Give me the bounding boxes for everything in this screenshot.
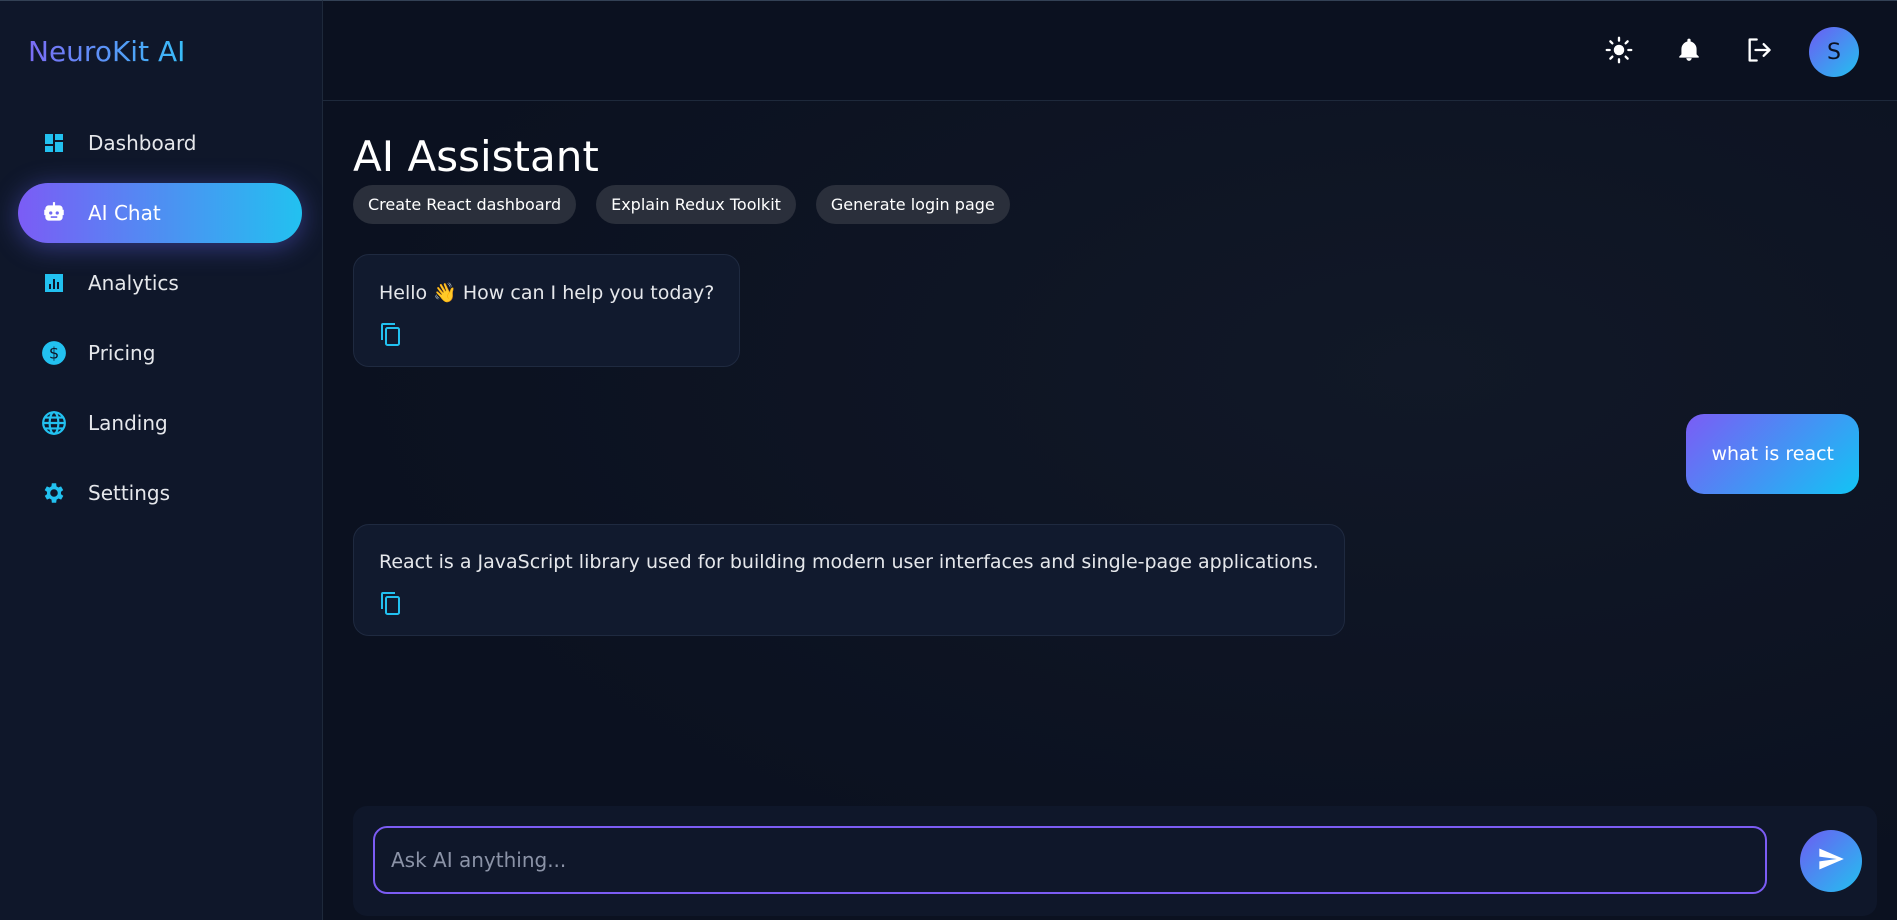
sun-icon bbox=[1605, 36, 1633, 68]
sidebar-item-ai-chat[interactable]: AI Chat bbox=[18, 183, 302, 243]
logout-icon bbox=[1745, 36, 1773, 68]
sidebar-item-label: AI Chat bbox=[88, 201, 161, 225]
gear-icon bbox=[40, 479, 68, 507]
notifications-button[interactable] bbox=[1665, 28, 1713, 76]
app-root: NeuroKit AI Dashboard AI Chat Analytics bbox=[0, 0, 1897, 920]
theme-toggle-button[interactable] bbox=[1595, 28, 1643, 76]
page-title: AI Assistant bbox=[353, 132, 599, 181]
logout-button[interactable] bbox=[1735, 28, 1783, 76]
send-button[interactable] bbox=[1800, 830, 1862, 892]
robot-icon bbox=[40, 199, 68, 227]
message-composer bbox=[353, 806, 1877, 916]
top-bar: S bbox=[323, 1, 1897, 101]
ai-message: React is a JavaScript library used for b… bbox=[353, 524, 1345, 636]
sidebar-item-landing[interactable]: Landing bbox=[18, 393, 302, 453]
suggestion-chip[interactable]: Generate login page bbox=[815, 185, 1010, 224]
main-content: S AI Assistant Create React dashboard Ex… bbox=[323, 0, 1897, 920]
avatar[interactable]: S bbox=[1809, 27, 1859, 77]
globe-icon bbox=[40, 409, 68, 437]
sidebar-item-settings[interactable]: Settings bbox=[18, 463, 302, 523]
bell-icon bbox=[1676, 37, 1702, 67]
message-text: what is react bbox=[1711, 443, 1834, 465]
sidebar-item-label: Settings bbox=[88, 481, 171, 505]
sidebar-nav: Dashboard AI Chat Analytics $ Pricing La… bbox=[18, 113, 302, 533]
top-actions: S bbox=[1595, 27, 1859, 77]
suggestion-chip[interactable]: Explain Redux Toolkit bbox=[596, 185, 796, 224]
sidebar-item-label: Dashboard bbox=[88, 131, 197, 155]
copy-icon[interactable] bbox=[379, 591, 405, 617]
sidebar-item-label: Landing bbox=[88, 411, 168, 435]
sidebar: NeuroKit AI Dashboard AI Chat Analytics bbox=[0, 0, 323, 920]
sidebar-item-analytics[interactable]: Analytics bbox=[18, 253, 302, 313]
sidebar-item-pricing[interactable]: $ Pricing bbox=[18, 323, 302, 383]
copy-icon[interactable] bbox=[379, 322, 405, 348]
brand-logo: NeuroKit AI bbox=[28, 35, 186, 68]
dashboard-icon bbox=[40, 129, 68, 157]
send-icon bbox=[1817, 845, 1845, 877]
message-text: Hello 👋 How can I help you today? bbox=[379, 282, 715, 304]
sidebar-item-label: Pricing bbox=[88, 341, 156, 365]
sidebar-item-label: Analytics bbox=[88, 271, 179, 295]
dollar-icon: $ bbox=[40, 339, 68, 367]
svg-text:$: $ bbox=[49, 343, 59, 362]
analytics-icon bbox=[40, 269, 68, 297]
ai-message: Hello 👋 How can I help you today? bbox=[353, 254, 741, 367]
message-text: React is a JavaScript library used for b… bbox=[379, 551, 1319, 573]
chat-input[interactable] bbox=[373, 826, 1767, 894]
suggestion-chip[interactable]: Create React dashboard bbox=[353, 185, 577, 224]
sidebar-item-dashboard[interactable]: Dashboard bbox=[18, 113, 302, 173]
user-message: what is react bbox=[1686, 414, 1859, 494]
suggestion-chips: Create React dashboard Explain Redux Too… bbox=[353, 185, 1010, 224]
